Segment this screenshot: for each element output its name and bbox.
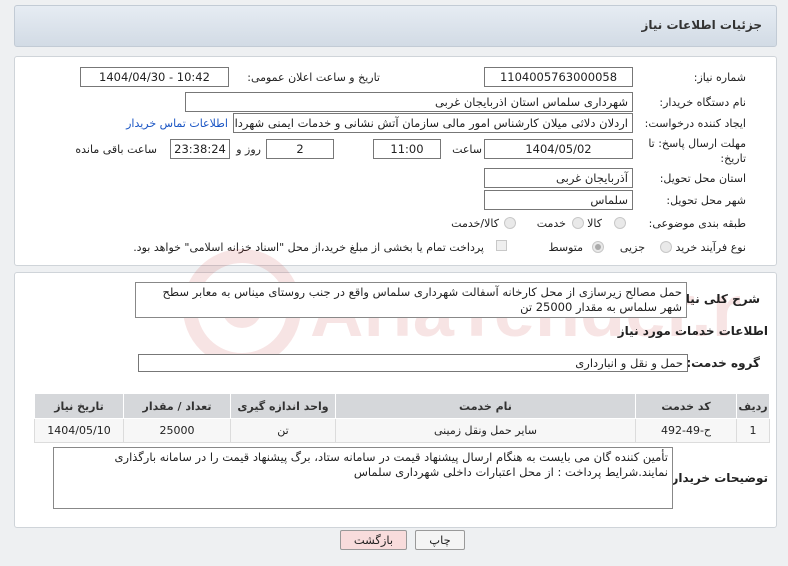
days-label: روز و [236, 143, 261, 156]
remaining-time-label: ساعت باقی مانده [75, 143, 157, 156]
buyer-org-field: شهرداری سلماس استان اذربایجان غربی [185, 92, 633, 112]
announce-label: تاریخ و ساعت اعلان عمومی: [247, 71, 380, 84]
col-service-name: نام خدمت [335, 393, 636, 419]
col-row-number: ردیف [736, 393, 770, 419]
services-section-title: اطلاعات خدمات مورد نیاز [617, 324, 768, 338]
category-option-goods-service: کالا/خدمت [451, 217, 499, 230]
category-option-service: خدمت [536, 217, 566, 230]
remaining-time-field: 23:38:24 [170, 139, 230, 159]
creator-field: اردلان دلاثی میلان کارشناس امور مالی ساز… [233, 113, 633, 133]
category-radio-goods[interactable] [614, 217, 626, 229]
buyer-contact-link[interactable]: اطلاعات تماس خریدار [126, 117, 228, 130]
process-option-minor: جزیی [619, 241, 645, 254]
city-field: سلماس [484, 190, 633, 210]
page-header: جزئیات اطلاعات نیاز [14, 5, 777, 47]
category-option-goods: کالا [587, 217, 602, 230]
province-label: استان محل تحویل: [659, 172, 746, 185]
summary-textarea[interactable]: حمل مصالح زیرسازی از محل کارخانه آسفالت … [135, 282, 687, 318]
announce-field: 1404/04/30 - 10:42 [80, 67, 229, 87]
back-button[interactable]: بازگشت [340, 530, 407, 550]
service-group-label: گروه خدمت: [686, 356, 760, 370]
service-group-field: حمل و نقل و انبارداری [138, 354, 688, 372]
print-button[interactable]: چاپ [415, 530, 465, 550]
table-header-row: ردیف کد خدمت نام خدمت واحد اندازه گیری ت… [34, 393, 770, 419]
need-number-field: 1104005763000058 [484, 67, 633, 87]
table-row: 1 ح-49-492 سایر حمل ونقل زمینی تن 25000 … [34, 418, 770, 443]
col-service-code: کد خدمت [635, 393, 737, 419]
deadline-date-field: 1404/05/02 [484, 139, 633, 159]
process-label: نوع فرآیند خرید : [668, 241, 746, 254]
cell-need-date: 1404/05/10 [34, 418, 124, 443]
need-info-panel [14, 56, 777, 266]
col-unit: واحد اندازه گیری [230, 393, 336, 419]
deadline-label-line1: مهلت ارسال پاسخ: تا [648, 137, 746, 150]
deadline-time-field: 11:00 [373, 139, 441, 159]
buyer-notes-label: توضیحات خریدار: [666, 471, 768, 485]
page-title: جزئیات اطلاعات نیاز [641, 18, 762, 32]
cell-service-name: سایر حمل ونقل زمینی [335, 418, 636, 443]
deadline-label-line2: تاریخ: [720, 152, 746, 165]
services-table: ردیف کد خدمت نام خدمت واحد اندازه گیری ت… [34, 393, 770, 443]
cell-row-number: 1 [736, 418, 770, 443]
col-quantity: تعداد / مقدار [123, 393, 231, 419]
days-field: 2 [266, 139, 334, 159]
process-radio-medium[interactable] [592, 241, 604, 253]
process-radio-minor[interactable] [660, 241, 672, 253]
category-radio-service[interactable] [572, 217, 584, 229]
cell-service-code: ح-49-492 [635, 418, 737, 443]
need-number-label: شماره نیاز: [693, 71, 746, 84]
cell-unit: تن [230, 418, 336, 443]
buyer-notes-textarea[interactable]: تأمین کننده گان می بایست به هنگام ارسال … [53, 447, 673, 509]
province-field: آذربایجان غربی [484, 168, 633, 188]
buyer-org-label: نام دستگاه خریدار: [659, 96, 746, 109]
treasury-payment-note: پرداخت تمام یا بخشی از مبلغ خرید،از محل … [133, 241, 484, 254]
deadline-time-label: ساعت [452, 143, 482, 156]
cell-quantity: 25000 [123, 418, 231, 443]
treasury-payment-checkbox[interactable] [496, 240, 507, 251]
city-label: شهر محل تحویل: [666, 194, 746, 207]
col-need-date: تاریخ نیاز [34, 393, 124, 419]
category-radio-goods-service[interactable] [504, 217, 516, 229]
category-label: طبقه بندی موضوعی: [648, 217, 746, 230]
creator-label: ایجاد کننده درخواست: [644, 117, 746, 130]
process-option-medium: متوسط [548, 241, 583, 254]
